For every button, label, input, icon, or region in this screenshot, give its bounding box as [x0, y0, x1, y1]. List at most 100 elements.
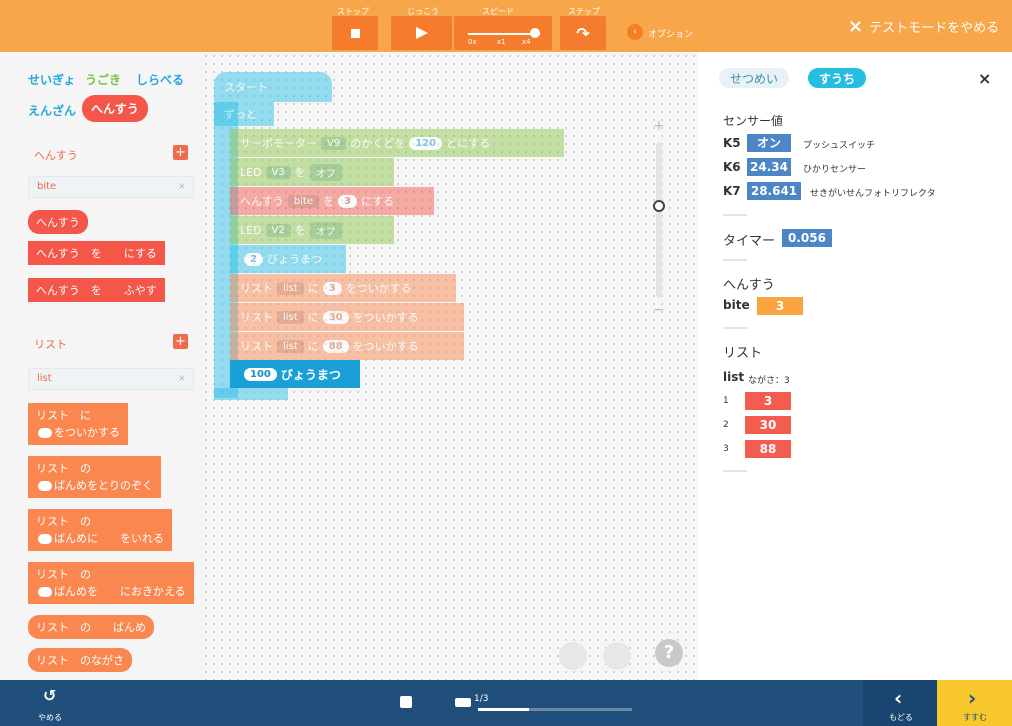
close-icon: × — [848, 15, 864, 37]
value-input[interactable]: 30 — [322, 310, 349, 324]
variable-dropdown[interactable]: bite — [287, 194, 319, 208]
wait-block[interactable]: 2 びょうまつ — [230, 245, 346, 273]
back-button[interactable]: ‹ もどる — [863, 680, 937, 726]
timer-value: 0.056 — [782, 229, 832, 247]
list-add-block[interactable]: リスト list に 30 をついかする — [230, 303, 464, 331]
stop-button[interactable] — [332, 16, 378, 50]
list-replace-block[interactable]: リスト の ばんめを におきかえる — [28, 562, 194, 604]
list-dropdown[interactable]: list — [277, 339, 304, 353]
set-variable-block[interactable]: へんすう を にする — [28, 241, 165, 265]
script-canvas[interactable]: スタート ずっと サーボモーター V9 のかくどを 120 どにする LED V… — [202, 52, 698, 680]
sensor-section-title: センサー値 — [723, 114, 784, 128]
chevron-left-icon: ‹ — [894, 686, 903, 710]
wait-block-active[interactable]: 100 びょうまつ — [230, 360, 360, 388]
add-variable-button[interactable]: + — [173, 145, 188, 160]
zoom-in-icon[interactable]: + — [653, 118, 665, 134]
angle-input[interactable]: 120 — [409, 136, 443, 150]
block-label: リスト の — [36, 515, 91, 528]
servo-port-dropdown[interactable]: V9 — [321, 136, 347, 150]
sensor-key: K7 — [723, 184, 741, 198]
option-label[interactable]: オプション — [648, 27, 693, 40]
value-input[interactable]: 3 — [337, 194, 357, 208]
list-index: 1 — [723, 396, 729, 406]
quit-test-mode-button[interactable]: × テストモードをやめる — [848, 15, 999, 37]
variables-title: へんすう — [723, 278, 775, 293]
block-label: を — [294, 166, 306, 179]
option-icon[interactable]: ‹ — [627, 24, 643, 40]
clear-icon[interactable]: × — [178, 181, 186, 192]
list-insert-block[interactable]: リスト の ばんめに をいれる — [28, 509, 172, 551]
value-input[interactable]: 88 — [322, 339, 349, 353]
led-block[interactable]: LED V2 を オフ — [230, 216, 394, 244]
block-label: リスト に — [36, 409, 91, 422]
list-title: リスト — [723, 346, 763, 361]
list-item-value: 88 — [745, 440, 791, 458]
category-operators[interactable]: えんざん — [28, 102, 76, 119]
list-dropdown[interactable]: list — [277, 310, 304, 324]
led-port-dropdown[interactable]: V3 — [265, 165, 291, 179]
step-button[interactable]: ↷ — [560, 16, 606, 50]
speed-slider-handle[interactable] — [530, 28, 540, 38]
block-label: のかくどを — [350, 137, 406, 150]
sensor-key: K5 — [723, 136, 741, 150]
start-hat-block[interactable]: スタート — [214, 72, 332, 102]
list-remove-block[interactable]: リスト の ばんめをとりのぞく — [28, 456, 161, 498]
blocks-icon[interactable] — [400, 696, 412, 708]
zoom-slider-handle[interactable] — [653, 200, 665, 212]
block-label: リスト の — [36, 462, 91, 475]
redo-icon[interactable] — [603, 642, 631, 670]
divider — [723, 214, 747, 216]
set-variable-block[interactable]: へんすう bite を 3 にする — [230, 187, 434, 215]
list-add-block[interactable]: リスト list に 88 をついかする — [230, 332, 464, 360]
block-label: をついかする — [345, 282, 412, 295]
sensor-name: ひかりセンサー — [803, 165, 867, 175]
next-button[interactable]: › すすむ — [937, 680, 1012, 726]
block-label: ずっと — [224, 108, 257, 121]
undo-icon[interactable] — [559, 642, 587, 670]
block-label: をついかする — [36, 424, 120, 441]
led-state-dropdown[interactable]: オフ — [309, 163, 342, 181]
variable-field[interactable]: bite × — [28, 176, 194, 198]
led-block[interactable]: LED V3 を オフ — [230, 158, 394, 186]
block-label: LED — [240, 223, 262, 237]
block-label: へんすう — [240, 195, 284, 208]
category-motion[interactable]: うごき — [85, 71, 121, 88]
list-dropdown[interactable]: list — [277, 281, 304, 295]
list-item-reporter-block[interactable]: リスト の ばんめ — [28, 615, 154, 639]
list-add-block[interactable]: リスト に をついかする — [28, 403, 128, 445]
plus-icon: + — [175, 145, 186, 160]
quit-button[interactable]: ↺ やめる — [34, 684, 74, 724]
led-state-dropdown[interactable]: オフ — [309, 221, 342, 239]
category-sensing[interactable]: しらべる — [136, 71, 184, 88]
divider — [723, 327, 747, 329]
run-button[interactable] — [391, 16, 452, 50]
tab-values[interactable]: すうち — [808, 68, 867, 88]
list-item-value: 30 — [745, 416, 791, 434]
category-control[interactable]: せいぎょ — [28, 71, 75, 88]
block-label: サーボモーター — [240, 137, 317, 150]
clear-icon[interactable]: × — [178, 373, 186, 384]
next-label: すすむ — [963, 713, 987, 722]
variable-reporter-block[interactable]: へんすう — [28, 210, 88, 234]
category-variables[interactable]: へんすう — [82, 95, 148, 122]
led-port-dropdown[interactable]: V2 — [265, 223, 291, 237]
tab-explanation[interactable]: せつめい — [719, 68, 790, 88]
list-field[interactable]: list × — [28, 368, 194, 390]
block-label: リスト — [240, 282, 273, 295]
seconds-input[interactable]: 2 — [244, 252, 263, 266]
value-input[interactable]: 3 — [322, 281, 342, 295]
add-list-button[interactable]: + — [173, 334, 188, 349]
seconds-input[interactable]: 100 — [244, 367, 277, 381]
zoom-out-icon[interactable]: − — [653, 302, 665, 318]
speed-mid-label: x1 — [497, 38, 506, 46]
speed-min-label: 0x — [468, 38, 477, 46]
list-length-reporter-block[interactable]: リスト のながさ — [28, 648, 132, 672]
change-variable-block[interactable]: へんすう を ふやす — [28, 278, 165, 302]
list-add-block[interactable]: リスト list に 3 をついかする — [230, 274, 456, 302]
close-icon[interactable]: × — [978, 69, 991, 88]
sensor-value: 24.34 — [747, 158, 791, 176]
help-button[interactable]: ? — [655, 639, 683, 667]
servo-block[interactable]: サーボモーター V9 のかくどを 120 どにする — [230, 129, 564, 157]
variable-field-value: bite — [37, 181, 57, 192]
forever-block[interactable]: ずっと — [214, 102, 274, 126]
